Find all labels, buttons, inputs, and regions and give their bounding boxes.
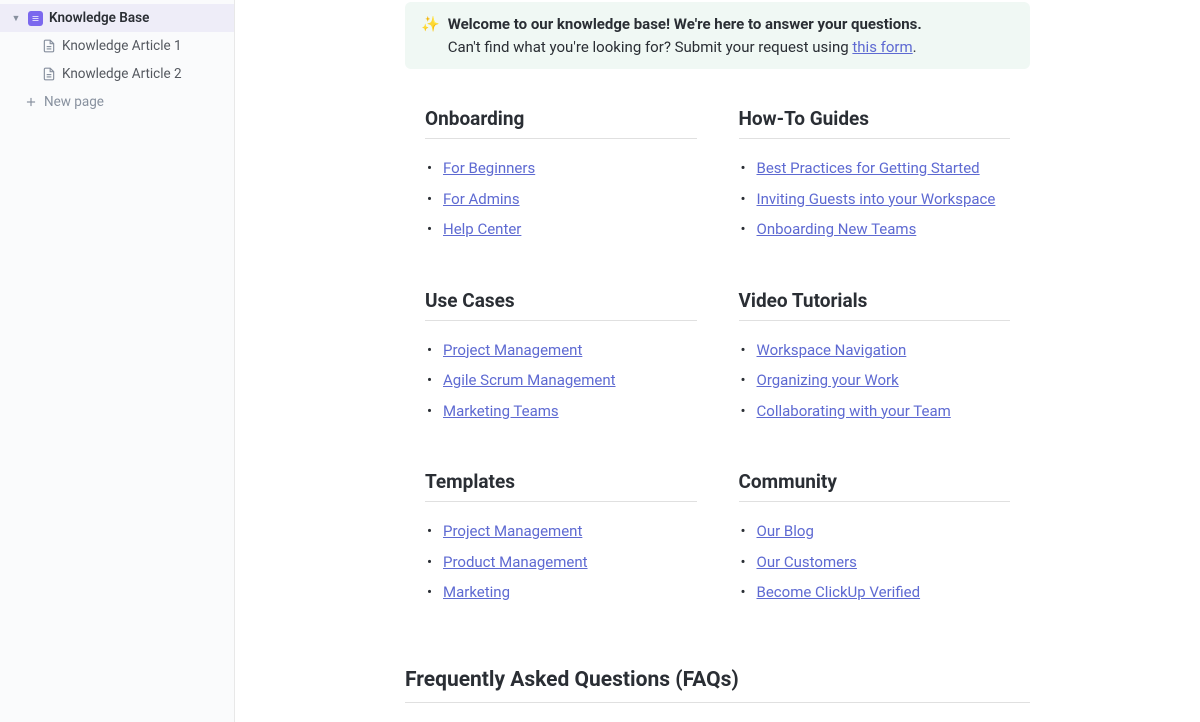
category-link[interactable]: Agile Scrum Management xyxy=(443,371,616,389)
category-link[interactable]: Our Blog xyxy=(757,522,814,540)
sidebar-item-label: Knowledge Article 2 xyxy=(62,66,182,82)
document-icon xyxy=(42,39,56,53)
category-title: How-To Guides xyxy=(739,107,1011,139)
category-link[interactable]: Help Center xyxy=(443,220,521,238)
sidebar: ▼ Knowledge Base Knowledge Article 1 Kno… xyxy=(0,0,235,722)
category-link[interactable]: Become ClickUp Verified xyxy=(757,583,921,601)
category-video-tutorials: Video Tutorials Workspace Navigation Org… xyxy=(739,289,1011,427)
sidebar-item-knowledge-base[interactable]: ▼ Knowledge Base xyxy=(0,4,234,32)
chevron-down-icon[interactable]: ▼ xyxy=(10,12,22,24)
category-use-cases: Use Cases Project Management Agile Scrum… xyxy=(425,289,697,427)
categories-grid: Onboarding For Beginners For Admins Help… xyxy=(405,107,1030,608)
category-link[interactable]: Our Customers xyxy=(757,553,857,571)
category-title: Use Cases xyxy=(425,289,697,321)
category-title: Community xyxy=(739,470,1011,502)
category-templates: Templates Project Management Product Man… xyxy=(425,470,697,608)
category-link[interactable]: Workspace Navigation xyxy=(757,341,907,359)
main-content: ✨ Welcome to our knowledge base! We're h… xyxy=(235,0,1200,722)
faq-title: Frequently Asked Questions (FAQs) xyxy=(405,668,1030,703)
category-link[interactable]: Collaborating with your Team xyxy=(757,402,951,420)
category-title: Onboarding xyxy=(425,107,697,139)
welcome-subtext-prefix: Can't find what you're looking for? Subm… xyxy=(448,38,853,56)
welcome-bold: Welcome to our knowledge base! We're her… xyxy=(448,15,922,33)
welcome-banner: ✨ Welcome to our knowledge base! We're h… xyxy=(405,2,1030,69)
sidebar-new-page[interactable]: New page xyxy=(0,88,234,116)
category-title: Templates xyxy=(425,470,697,502)
sidebar-item-article-1[interactable]: Knowledge Article 1 xyxy=(0,32,234,60)
welcome-text: Welcome to our knowledge base! We're her… xyxy=(448,13,922,58)
category-link[interactable]: Project Management xyxy=(443,522,582,540)
plus-icon xyxy=(24,95,38,109)
category-how-to-guides: How-To Guides Best Practices for Getting… xyxy=(739,107,1011,245)
category-link[interactable]: Onboarding New Teams xyxy=(757,220,917,238)
welcome-subtext-suffix: . xyxy=(913,38,917,56)
category-link[interactable]: Marketing Teams xyxy=(443,402,559,420)
category-link[interactable]: For Beginners xyxy=(443,159,535,177)
category-link[interactable]: Organizing your Work xyxy=(757,371,899,389)
welcome-form-link[interactable]: this form xyxy=(852,38,912,56)
category-link[interactable]: Product Management xyxy=(443,553,588,571)
sidebar-item-label: Knowledge Article 1 xyxy=(62,38,182,54)
category-link[interactable]: For Admins xyxy=(443,190,520,208)
sparkle-icon: ✨ xyxy=(421,13,440,58)
sidebar-item-article-2[interactable]: Knowledge Article 2 xyxy=(0,60,234,88)
faq-item[interactable]: Question xyxy=(405,717,1030,722)
category-link[interactable]: Best Practices for Getting Started xyxy=(757,159,980,177)
new-page-label: New page xyxy=(44,94,104,110)
category-community: Community Our Blog Our Customers Become … xyxy=(739,470,1011,608)
category-title: Video Tutorials xyxy=(739,289,1011,321)
document-icon xyxy=(42,67,56,81)
category-link[interactable]: Project Management xyxy=(443,341,582,359)
category-onboarding: Onboarding For Beginners For Admins Help… xyxy=(425,107,697,245)
category-link[interactable]: Inviting Guests into your Workspace xyxy=(757,190,996,208)
faq-section: Frequently Asked Questions (FAQs) Questi… xyxy=(405,668,1030,722)
category-link[interactable]: Marketing xyxy=(443,583,510,601)
sidebar-root-label: Knowledge Base xyxy=(49,10,149,26)
knowledge-base-icon xyxy=(28,11,43,26)
